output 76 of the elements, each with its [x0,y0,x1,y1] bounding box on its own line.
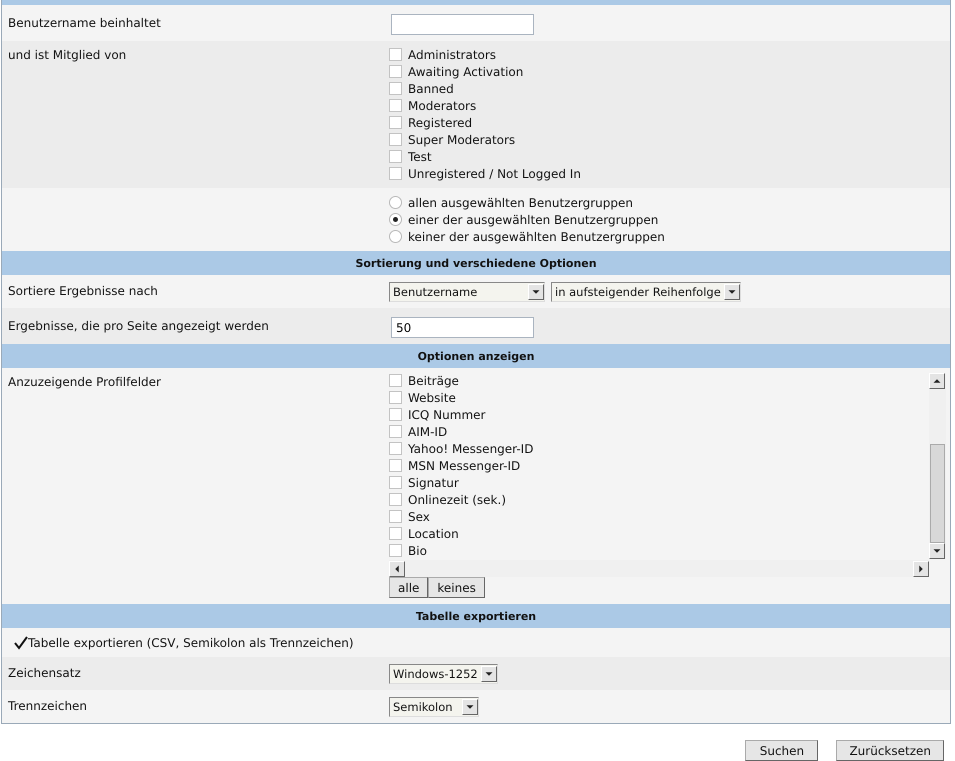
section-header: Tabelle exportieren [2,604,950,628]
checkbox-label: AIM-ID [408,424,448,438]
radio-label: allen ausgewählten Benutzergruppen [408,196,633,210]
caret-icon[interactable] [480,666,497,682]
scroll-right-icon[interactable] [913,560,929,576]
caret-icon[interactable] [724,284,740,300]
checkbox-label: Moderators [408,98,476,112]
section-header: Sortierung und verschiedene Optionen [2,251,950,275]
radio-button[interactable] [389,213,402,226]
checkbox[interactable] [389,99,402,112]
radio-label: keiner der ausgewählten Benutzergruppen [408,230,665,244]
checkbox-label: Beiträge [408,374,459,388]
dropdown[interactable]: Benutzername [389,282,545,302]
checkbox-label: Onlinezeit (sek.) [408,492,506,506]
checkbox[interactable] [389,116,402,129]
checkbox-label: Bio [408,544,427,558]
action-button[interactable]: Suchen [745,740,818,761]
dropdown[interactable]: Semikolon [389,697,479,717]
check-icon[interactable] [14,636,28,650]
checkbox[interactable] [389,65,402,78]
checkbox[interactable] [389,476,402,489]
checkbox[interactable] [389,408,402,421]
checkbox-label: Location [408,526,459,540]
checkbox[interactable] [389,527,402,540]
action-button[interactable]: Zurücksetzen [836,740,944,761]
select-button[interactable]: alle [389,577,428,598]
checkbox-label: Tabelle exportieren (CSV, Semikolon als Trennzeichen) [28,636,354,650]
checkbox-label: Signatur [408,476,459,490]
text-field[interactable]: 50 [391,317,534,338]
checkbox[interactable] [389,167,402,180]
radio-button[interactable] [389,196,402,209]
field-label: Ergebnisse, die pro Seite angezeigt werden [7,318,270,335]
checkbox-label: Website [408,390,456,404]
checkbox-label: Super Moderators [408,132,516,146]
checkbox-label: Test [408,150,432,164]
vertical-scrollbar[interactable] [929,373,946,559]
checkbox-label: ICQ Nummer [408,408,486,422]
checkbox[interactable] [389,442,402,455]
caret-icon[interactable] [528,284,544,300]
radio-button[interactable] [389,230,402,243]
field-label: Anzuzeigende Profilfelder [7,374,162,391]
radio-label: einer der ausgewählten Benutzergruppen [408,212,658,226]
select-button[interactable]: keines [428,577,485,598]
section-header: Optionen anzeigen [2,344,950,368]
checkbox[interactable] [389,459,402,472]
horizontal-scrollbar[interactable] [389,560,929,577]
checkbox-label: Unregistered / Not Logged In [408,166,581,180]
field-label: Zeichensatz [7,665,82,682]
field-label: Benutzername beinhaltet [7,15,162,32]
checkbox-label: Banned [408,82,454,96]
field-label: Sortiere Ergebnisse nach [7,283,159,300]
checkbox[interactable] [389,493,402,506]
checkbox[interactable] [389,133,402,146]
field-label: Trennzeichen [7,698,88,715]
checkbox-label: Awaiting Activation [408,64,524,78]
checkbox[interactable] [389,150,402,163]
scroll-up-icon[interactable] [929,373,945,389]
checkbox[interactable] [389,544,402,557]
checkbox-label: Registered [408,116,472,130]
scroll-left-icon[interactable] [389,560,405,576]
text-field[interactable] [391,14,534,35]
checkbox[interactable] [389,425,402,438]
field-label: und ist Mitglied von [7,47,128,64]
checkbox[interactable] [389,374,402,387]
dropdown[interactable]: in aufsteigender Reihenfolge [551,282,741,302]
scroll-down-icon[interactable] [929,543,945,559]
checkbox-label: Sex [408,510,430,524]
checkbox[interactable] [389,48,402,61]
checkbox[interactable] [389,82,402,95]
dropdown[interactable]: Windows-1252 [389,664,498,684]
caret-icon[interactable] [462,699,478,715]
checkbox-label: MSN Messenger-ID [408,458,520,472]
checkbox[interactable] [389,510,402,523]
checkbox[interactable] [389,391,402,404]
checkbox-label: Administrators [408,48,496,62]
checkbox-label: Yahoo! Messenger-ID [408,442,534,456]
